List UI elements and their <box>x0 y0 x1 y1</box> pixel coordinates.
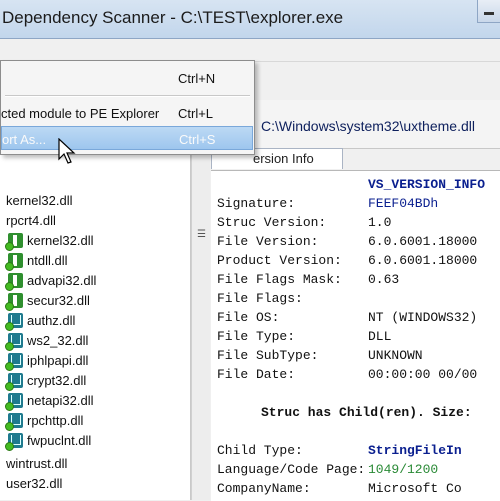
menu-bar <box>0 39 500 62</box>
dll-module-icon <box>5 333 23 351</box>
module-path: C:\Windows\system32\uxtheme.dll <box>261 118 475 134</box>
dll-module-icon <box>5 253 23 271</box>
tree-scrollbar[interactable]: ☰ <box>191 150 210 500</box>
dll-module-icon <box>5 353 23 371</box>
mouse-cursor-icon <box>58 138 76 164</box>
dll-module-icon <box>5 293 23 311</box>
shortcut-label: Ctrl+N <box>178 71 216 86</box>
minimize-icon <box>484 12 494 15</box>
context-menu: Ctrl+N cted module to PE Explorer Ctrl+L… <box>0 60 255 155</box>
shortcut-label: Ctrl+L <box>178 106 214 121</box>
dll-module-icon <box>5 413 23 431</box>
dll-module-icon <box>5 433 23 451</box>
scroll-grip-icon: ☰ <box>197 229 206 240</box>
version-info-pane: VS_VERSION_INFO Signature: FEEF04BDh Str… <box>211 170 500 501</box>
dll-module-icon <box>5 313 23 331</box>
minimize-button[interactable] <box>477 0 500 23</box>
menu-item-new[interactable]: Ctrl+N <box>1 66 254 88</box>
title-bar: Dependency Scanner - C:\TEST\explorer.ex… <box>0 0 500 39</box>
struc-children-note: Struc has Child(ren). Size: <box>261 405 472 420</box>
dll-module-icon <box>5 233 23 251</box>
menu-item-export-as[interactable]: ort As... Ctrl+S <box>1 126 253 150</box>
menu-separator <box>5 95 250 97</box>
dll-module-icon <box>5 273 23 291</box>
module-tree[interactable]: kernel32.dll rpcrt4.dll kernel32.dll ntd… <box>0 100 191 500</box>
menu-item-send-to-pe-explorer[interactable]: cted module to PE Explorer Ctrl+L <box>1 101 254 123</box>
details-panel: C:\Windows\system32\uxtheme.dll ersion I… <box>211 100 500 501</box>
dll-module-icon <box>5 393 23 411</box>
window-title: Dependency Scanner - C:\TEST\explorer.ex… <box>2 8 344 27</box>
shortcut-label: Ctrl+S <box>179 132 216 147</box>
dll-module-icon <box>5 373 23 391</box>
